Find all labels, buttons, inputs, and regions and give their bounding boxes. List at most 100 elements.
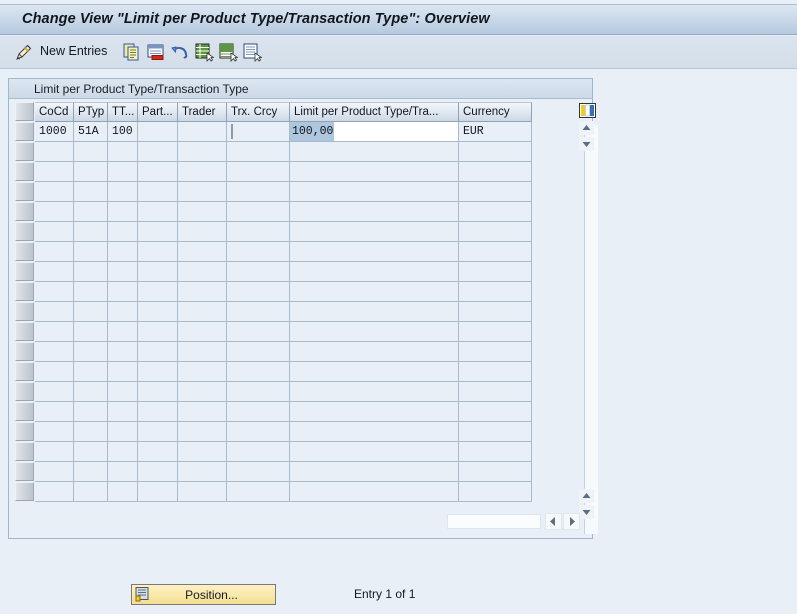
- column-header-trader[interactable]: Trader: [178, 102, 227, 122]
- cell-part[interactable]: [138, 122, 178, 142]
- table-row[interactable]: [35, 422, 532, 442]
- cell-part[interactable]: [138, 282, 178, 302]
- cell-trader[interactable]: [178, 362, 227, 382]
- column-header-trxcrcy[interactable]: Trx. Crcy: [227, 102, 290, 122]
- row-selector[interactable]: [15, 302, 34, 321]
- cell-part[interactable]: [138, 142, 178, 162]
- cell-currency[interactable]: [459, 382, 532, 402]
- scroll-page-down-icon[interactable]: [579, 505, 594, 519]
- cell-currency[interactable]: [459, 362, 532, 382]
- cell-tt[interactable]: [108, 482, 138, 502]
- table-row[interactable]: [35, 162, 532, 182]
- cell-part[interactable]: [138, 442, 178, 462]
- cell-part[interactable]: [138, 162, 178, 182]
- cell-trxcrcy[interactable]: [227, 262, 290, 282]
- cell-trxcrcy[interactable]: [227, 482, 290, 502]
- cell-part[interactable]: [138, 242, 178, 262]
- scroll-right-icon[interactable]: [563, 513, 580, 530]
- cell-ptyp[interactable]: [74, 302, 108, 322]
- cell-cocd[interactable]: [35, 222, 74, 242]
- cell-cocd[interactable]: [35, 402, 74, 422]
- cell-limit[interactable]: [290, 242, 459, 262]
- horizontal-scroll-track[interactable]: [447, 514, 541, 529]
- cell-trxcrcy[interactable]: [227, 202, 290, 222]
- cell-trader[interactable]: [178, 422, 227, 442]
- table-row[interactable]: [35, 322, 532, 342]
- cell-part[interactable]: [138, 362, 178, 382]
- cell-tt[interactable]: [108, 222, 138, 242]
- row-selector[interactable]: [15, 442, 34, 461]
- cell-tt[interactable]: [108, 382, 138, 402]
- cell-trader[interactable]: [178, 322, 227, 342]
- column-header-cocd[interactable]: CoCd: [35, 102, 74, 122]
- cell-ptyp[interactable]: [74, 142, 108, 162]
- cell-limit[interactable]: [290, 442, 459, 462]
- cell-tt[interactable]: [108, 182, 138, 202]
- pencil-display-change-icon[interactable]: [14, 43, 33, 62]
- cell-trader[interactable]: [178, 442, 227, 462]
- cell-tt[interactable]: [108, 342, 138, 362]
- cell-part[interactable]: [138, 182, 178, 202]
- cell-currency[interactable]: [459, 142, 532, 162]
- cell-trxcrcy[interactable]: [227, 422, 290, 442]
- cell-trxcrcy[interactable]: [227, 282, 290, 302]
- cell-tt[interactable]: [108, 442, 138, 462]
- row-selector[interactable]: [15, 342, 34, 361]
- row-selector[interactable]: [15, 462, 34, 481]
- cell-limit[interactable]: [290, 202, 459, 222]
- cell-trader[interactable]: [178, 182, 227, 202]
- cell-ptyp[interactable]: [74, 222, 108, 242]
- cell-limit[interactable]: [290, 382, 459, 402]
- row-selector[interactable]: [15, 362, 34, 381]
- cell-trxcrcy[interactable]: [227, 142, 290, 162]
- cell-limit[interactable]: [290, 182, 459, 202]
- cell-trader[interactable]: [178, 342, 227, 362]
- cell-trxcrcy[interactable]: [227, 122, 290, 142]
- cell-cocd[interactable]: [35, 462, 74, 482]
- cell-currency[interactable]: [459, 442, 532, 462]
- cell-trader[interactable]: [178, 242, 227, 262]
- cell-cocd[interactable]: [35, 422, 74, 442]
- vertical-scrollbar[interactable]: [584, 125, 598, 534]
- cell-cocd[interactable]: [35, 242, 74, 262]
- table-row[interactable]: [35, 142, 532, 162]
- cell-cocd[interactable]: [35, 282, 74, 302]
- cell-cocd[interactable]: [35, 382, 74, 402]
- cell-limit[interactable]: [290, 222, 459, 242]
- cell-trader[interactable]: [178, 482, 227, 502]
- row-selector[interactable]: [15, 162, 34, 181]
- table-row[interactable]: [35, 242, 532, 262]
- cell-trader[interactable]: [178, 302, 227, 322]
- row-selector[interactable]: [15, 282, 34, 301]
- cell-part[interactable]: [138, 402, 178, 422]
- cell-trxcrcy[interactable]: [227, 382, 290, 402]
- table-row[interactable]: [35, 262, 532, 282]
- column-header-part[interactable]: Part...: [138, 102, 178, 122]
- cell-tt[interactable]: [108, 162, 138, 182]
- table-row[interactable]: [35, 362, 532, 382]
- cell-trxcrcy[interactable]: [227, 322, 290, 342]
- row-selector[interactable]: [15, 122, 34, 141]
- table-row[interactable]: [35, 462, 532, 482]
- cell-ptyp[interactable]: [74, 382, 108, 402]
- cell-limit[interactable]: [290, 342, 459, 362]
- cell-ptyp[interactable]: [74, 462, 108, 482]
- row-selector[interactable]: [15, 482, 34, 501]
- select-all-icon[interactable]: [194, 42, 214, 62]
- cell-limit[interactable]: [290, 402, 459, 422]
- cell-tt[interactable]: [108, 242, 138, 262]
- cell-trader[interactable]: [178, 262, 227, 282]
- cell-limit[interactable]: [290, 322, 459, 342]
- cell-cocd[interactable]: [35, 342, 74, 362]
- table-row[interactable]: [35, 402, 532, 422]
- deselect-all-icon[interactable]: [242, 42, 262, 62]
- cell-trxcrcy[interactable]: [227, 302, 290, 322]
- cell-trxcrcy[interactable]: [227, 182, 290, 202]
- cell-ptyp[interactable]: [74, 202, 108, 222]
- cell-part[interactable]: [138, 302, 178, 322]
- cell-tt[interactable]: [108, 302, 138, 322]
- cell-tt[interactable]: [108, 402, 138, 422]
- cell-cocd[interactable]: [35, 482, 74, 502]
- cell-trxcrcy[interactable]: [227, 342, 290, 362]
- cell-tt[interactable]: [108, 362, 138, 382]
